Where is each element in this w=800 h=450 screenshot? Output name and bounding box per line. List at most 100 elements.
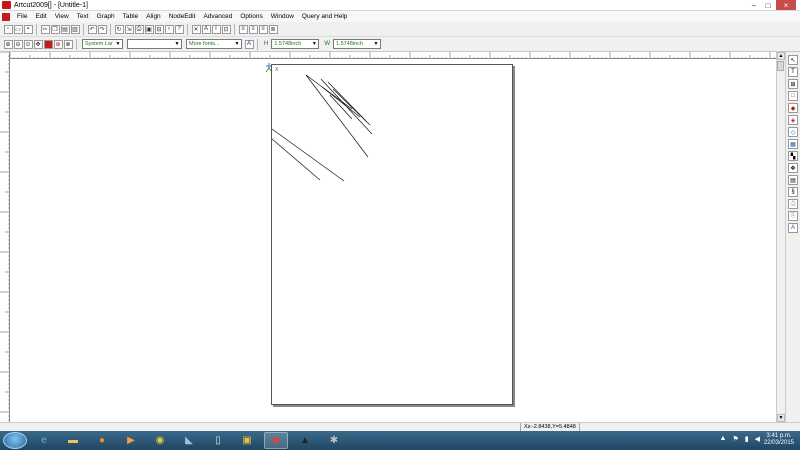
- notepad-icon[interactable]: ▯: [206, 432, 230, 449]
- contour-tool-icon[interactable]: ▤: [788, 175, 798, 185]
- italic-icon[interactable]: I: [211, 24, 221, 34]
- lamp-icon[interactable]: ♁: [164, 24, 174, 34]
- fill-tool-icon[interactable]: ◆: [788, 103, 798, 113]
- menu-options[interactable]: Options: [236, 13, 266, 20]
- paste-icon[interactable]: ▤: [60, 24, 70, 34]
- sketch-stroke[interactable]: [271, 138, 321, 181]
- menu-edit[interactable]: Edit: [31, 13, 50, 20]
- cut-icon[interactable]: ✂: [40, 24, 50, 34]
- import-icon[interactable]: ⇲: [124, 24, 134, 34]
- layers-tool-icon[interactable]: ❖: [788, 163, 798, 173]
- scroll-down-icon[interactable]: ▼: [777, 414, 785, 422]
- utility-icon[interactable]: ▣: [235, 432, 259, 449]
- save-icon[interactable]: ▪: [23, 24, 33, 34]
- print-preview-icon[interactable]: ▣: [144, 24, 154, 34]
- menu-query-help[interactable]: Query and Help: [298, 13, 352, 20]
- internet-explorer-icon[interactable]: e: [32, 432, 56, 449]
- sketch-stroke[interactable]: [271, 128, 345, 182]
- minimize-icon[interactable]: –: [748, 0, 760, 10]
- font-system-select[interactable]: System Lar ▼: [82, 39, 123, 49]
- refresh-icon[interactable]: ↻: [114, 24, 124, 34]
- vertical-ruler[interactable]: [0, 52, 10, 422]
- inkscape-icon[interactable]: ▲: [293, 432, 317, 449]
- chevron-down-icon[interactable]: ▼: [114, 40, 122, 48]
- document-icon[interactable]: [2, 12, 10, 21]
- height-input[interactable]: 1.5748inch ▼: [271, 39, 320, 49]
- menu-window[interactable]: Window: [267, 13, 298, 20]
- weld-tool-icon[interactable]: §: [788, 187, 798, 197]
- zoom-in-icon[interactable]: ⊕: [3, 39, 13, 49]
- sketch-strokes[interactable]: [271, 74, 373, 182]
- menu-nodeedit[interactable]: NodeEdit: [165, 13, 200, 20]
- text-tool-icon[interactable]: T: [788, 67, 798, 77]
- close-icon[interactable]: ×: [776, 0, 796, 10]
- menu-table[interactable]: Table: [119, 13, 143, 20]
- artcut-app-icon[interactable]: [2, 1, 11, 9]
- sketch-stroke[interactable]: [321, 86, 361, 118]
- zoom-page-icon[interactable]: [43, 39, 53, 49]
- palette-tool-icon[interactable]: ▚: [788, 151, 798, 161]
- chevron-down-icon[interactable]: ▼: [310, 40, 318, 48]
- media-player-icon[interactable]: ▶: [119, 432, 143, 449]
- open-folder-icon[interactable]: ▭: [13, 24, 23, 34]
- system-clock[interactable]: 3:41 p.m. 22/03/2015: [764, 433, 794, 447]
- menu-advanced[interactable]: Advanced: [199, 13, 236, 20]
- cut-output-icon[interactable]: ⊟: [154, 24, 164, 34]
- copy-icon[interactable]: ❐: [50, 24, 60, 34]
- shape-tool-icon[interactable]: ◇: [788, 127, 798, 137]
- text-effect-tool-icon[interactable]: A: [788, 223, 798, 233]
- maximize-icon[interactable]: □: [762, 0, 774, 10]
- grid-tool-icon[interactable]: ▦: [788, 139, 798, 149]
- settings-icon[interactable]: ✱: [322, 432, 346, 449]
- menu-file[interactable]: File: [13, 13, 31, 20]
- color-fill-icon[interactable]: ◈: [788, 115, 798, 125]
- text-frame-icon[interactable]: A: [201, 24, 211, 34]
- align-left-icon[interactable]: ≡: [238, 24, 248, 34]
- start-button[interactable]: [3, 432, 27, 449]
- zoom-window-icon[interactable]: ⊙: [23, 39, 33, 49]
- node-edit-icon[interactable]: ✕: [191, 24, 201, 34]
- print-tool-icon[interactable]: ⎙: [788, 199, 798, 209]
- chrome-icon[interactable]: ◉: [148, 432, 172, 449]
- vertical-scrollbar[interactable]: ▲ ▼: [776, 52, 785, 422]
- zoom-selected-icon[interactable]: ⊕: [53, 39, 63, 49]
- chevron-down-icon[interactable]: ▼: [233, 40, 241, 48]
- print-icon[interactable]: ⎙: [134, 24, 144, 34]
- scroll-thumb[interactable]: [777, 61, 784, 71]
- chevron-down-icon[interactable]: ▼: [372, 40, 380, 48]
- file-explorer-icon[interactable]: ▬: [61, 432, 85, 449]
- menu-align[interactable]: Align: [142, 13, 164, 20]
- scroll-up-icon[interactable]: ▲: [777, 52, 785, 60]
- chevron-down-icon[interactable]: ▼: [173, 40, 181, 48]
- zoom-all-icon[interactable]: ⊗: [63, 39, 73, 49]
- menu-view[interactable]: View: [51, 13, 73, 20]
- pointer-tool-icon[interactable]: ↖: [788, 55, 798, 65]
- output-tool-icon[interactable]: ⎘: [788, 211, 798, 221]
- menu-graph[interactable]: Graph: [93, 13, 119, 20]
- horizontal-ruler[interactable]: [10, 52, 776, 59]
- font-name-select[interactable]: ▼: [127, 39, 182, 49]
- align-center-icon[interactable]: ≡: [248, 24, 258, 34]
- zoom-out-icon[interactable]: ⊖: [13, 39, 23, 49]
- network-icon[interactable]: ▮: [745, 435, 749, 443]
- sketch-stroke[interactable]: [305, 74, 353, 110]
- transform-icon[interactable]: ⊡: [221, 24, 231, 34]
- justify-icon[interactable]: ≣: [268, 24, 278, 34]
- new-file-icon[interactable]: ▫: [3, 24, 13, 34]
- pan-icon[interactable]: ✥: [33, 39, 43, 49]
- menu-text[interactable]: Text: [73, 13, 93, 20]
- undo-icon[interactable]: ↶: [87, 24, 97, 34]
- width-input[interactable]: 1.5748inch ▼: [333, 39, 382, 49]
- align-right-icon[interactable]: ≡: [258, 24, 268, 34]
- sketch-stroke[interactable]: [329, 94, 353, 120]
- firefox-icon[interactable]: ●: [90, 432, 114, 449]
- help-icon[interactable]: ?: [174, 24, 184, 34]
- paste-special-icon[interactable]: ▥: [70, 24, 80, 34]
- table-tool-icon[interactable]: ⊞: [788, 79, 798, 89]
- volume-icon[interactable]: ◀: [755, 435, 760, 443]
- app-shortcut-icon[interactable]: ◣: [177, 432, 201, 449]
- show-hidden-icon[interactable]: ▲: [720, 435, 727, 443]
- more-fonts-select[interactable]: More fonts... ▼: [186, 39, 242, 49]
- artcut-taskbar-icon[interactable]: ◆: [264, 432, 288, 449]
- redo-icon[interactable]: ↷: [97, 24, 107, 34]
